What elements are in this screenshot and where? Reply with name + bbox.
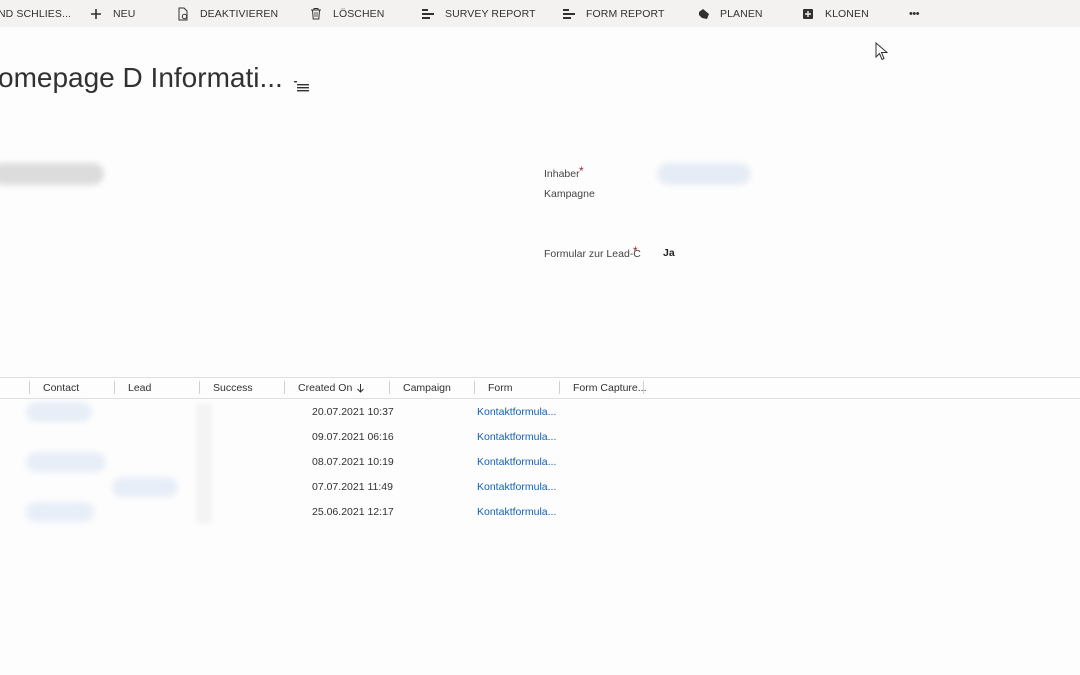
form-report-label: FORM REPORT [586, 7, 665, 20]
owner-label: Inhaber [544, 168, 580, 180]
column-header-form[interactable]: Form [488, 378, 513, 398]
column-separator [29, 381, 30, 394]
owner-value-redacted[interactable] [657, 163, 751, 185]
form-cell-link[interactable]: Kontaktformula... [477, 431, 556, 443]
trash-icon [309, 7, 323, 21]
grid-header-border [0, 398, 1080, 399]
column-separator [474, 381, 475, 394]
lead-form-required-marker: * [633, 244, 638, 258]
delete-label: LÖSCHEN [333, 7, 385, 20]
column-header-contact[interactable]: Contact [43, 378, 79, 398]
grid-top-border [0, 377, 1080, 378]
campaign-label: Kampagne [544, 188, 595, 200]
clone-button[interactable]: KLONEN [801, 0, 869, 27]
form-cell-link[interactable]: Kontaktformula... [477, 481, 556, 493]
hand-icon [696, 7, 710, 21]
lead-form-label: Formular zur Lead-C [544, 248, 641, 260]
name-field-value-redacted [0, 163, 104, 185]
form-cell-link[interactable]: Kontaktformula... [477, 506, 556, 518]
form-cell-link[interactable]: Kontaktformula... [477, 406, 556, 418]
column-separator [199, 381, 200, 394]
deactivate-icon [176, 7, 190, 21]
form-cell-link[interactable]: Kontaktformula... [477, 456, 556, 468]
page-title: omepage D Informati... [0, 62, 283, 93]
clone-icon [801, 7, 815, 21]
owner-required-marker: * [579, 164, 584, 178]
header-menu-icon[interactable] [294, 80, 310, 92]
column-separator [389, 381, 390, 394]
column-header-campaign[interactable]: Campaign [403, 378, 451, 398]
mouse-cursor-icon [875, 42, 889, 61]
created-on-cell: 08.07.2021 10:19 [312, 456, 394, 468]
survey-report-button[interactable]: SURVEY REPORT [421, 0, 536, 27]
created-on-cell: 07.07.2021 11:49 [312, 481, 393, 493]
deactivate-label: DEAKTIVIEREN [200, 7, 279, 20]
save-and-close-label: ND SCHLIES... [0, 7, 72, 20]
plan-button[interactable]: PLANEN [696, 0, 763, 27]
column-separator [643, 381, 644, 394]
lead-cell-redacted[interactable] [112, 477, 178, 497]
created-on-cell: 20.07.2021 10:37 [312, 406, 394, 418]
new-button[interactable]: NEU [89, 0, 135, 27]
delete-button[interactable]: LÖSCHEN [309, 0, 384, 27]
deactivate-button[interactable]: DEAKTIVIEREN [176, 0, 278, 27]
save-and-close-button[interactable]: ND SCHLIES... [0, 0, 71, 27]
report-icon [421, 7, 435, 21]
command-bar: ND SCHLIES... NEU DEAKTIVIEREN LÖSCHEN S… [0, 0, 1080, 27]
column-header-created-on[interactable]: Created On [298, 378, 365, 398]
column-separator [284, 381, 285, 394]
column-header-form-capture[interactable]: Form Capture... [573, 378, 647, 398]
new-label: NEU [113, 7, 136, 20]
more-commands-button[interactable]: ••• [909, 0, 920, 27]
column-separator [559, 381, 560, 394]
row-shade [196, 403, 212, 524]
report-icon [562, 7, 576, 21]
contact-cell-redacted[interactable] [26, 502, 94, 522]
contact-cell-redacted[interactable] [26, 452, 106, 472]
column-header-success[interactable]: Success [213, 378, 253, 398]
survey-report-label: SURVEY REPORT [445, 7, 536, 20]
lead-form-value[interactable]: Ja [663, 247, 675, 259]
more-icon: ••• [909, 7, 920, 20]
plan-label: PLANEN [720, 7, 763, 20]
plus-icon [89, 7, 103, 21]
contact-cell-redacted[interactable] [26, 402, 92, 422]
created-on-cell: 25.06.2021 12:17 [312, 506, 394, 518]
created-on-cell: 09.07.2021 06:16 [312, 431, 394, 443]
column-separator [114, 381, 115, 394]
arrow-down-icon [357, 384, 365, 393]
created-on-label: Created On [298, 382, 353, 394]
column-header-lead[interactable]: Lead [128, 378, 151, 398]
clone-label: KLONEN [825, 7, 869, 20]
form-report-button[interactable]: FORM REPORT [562, 0, 665, 27]
